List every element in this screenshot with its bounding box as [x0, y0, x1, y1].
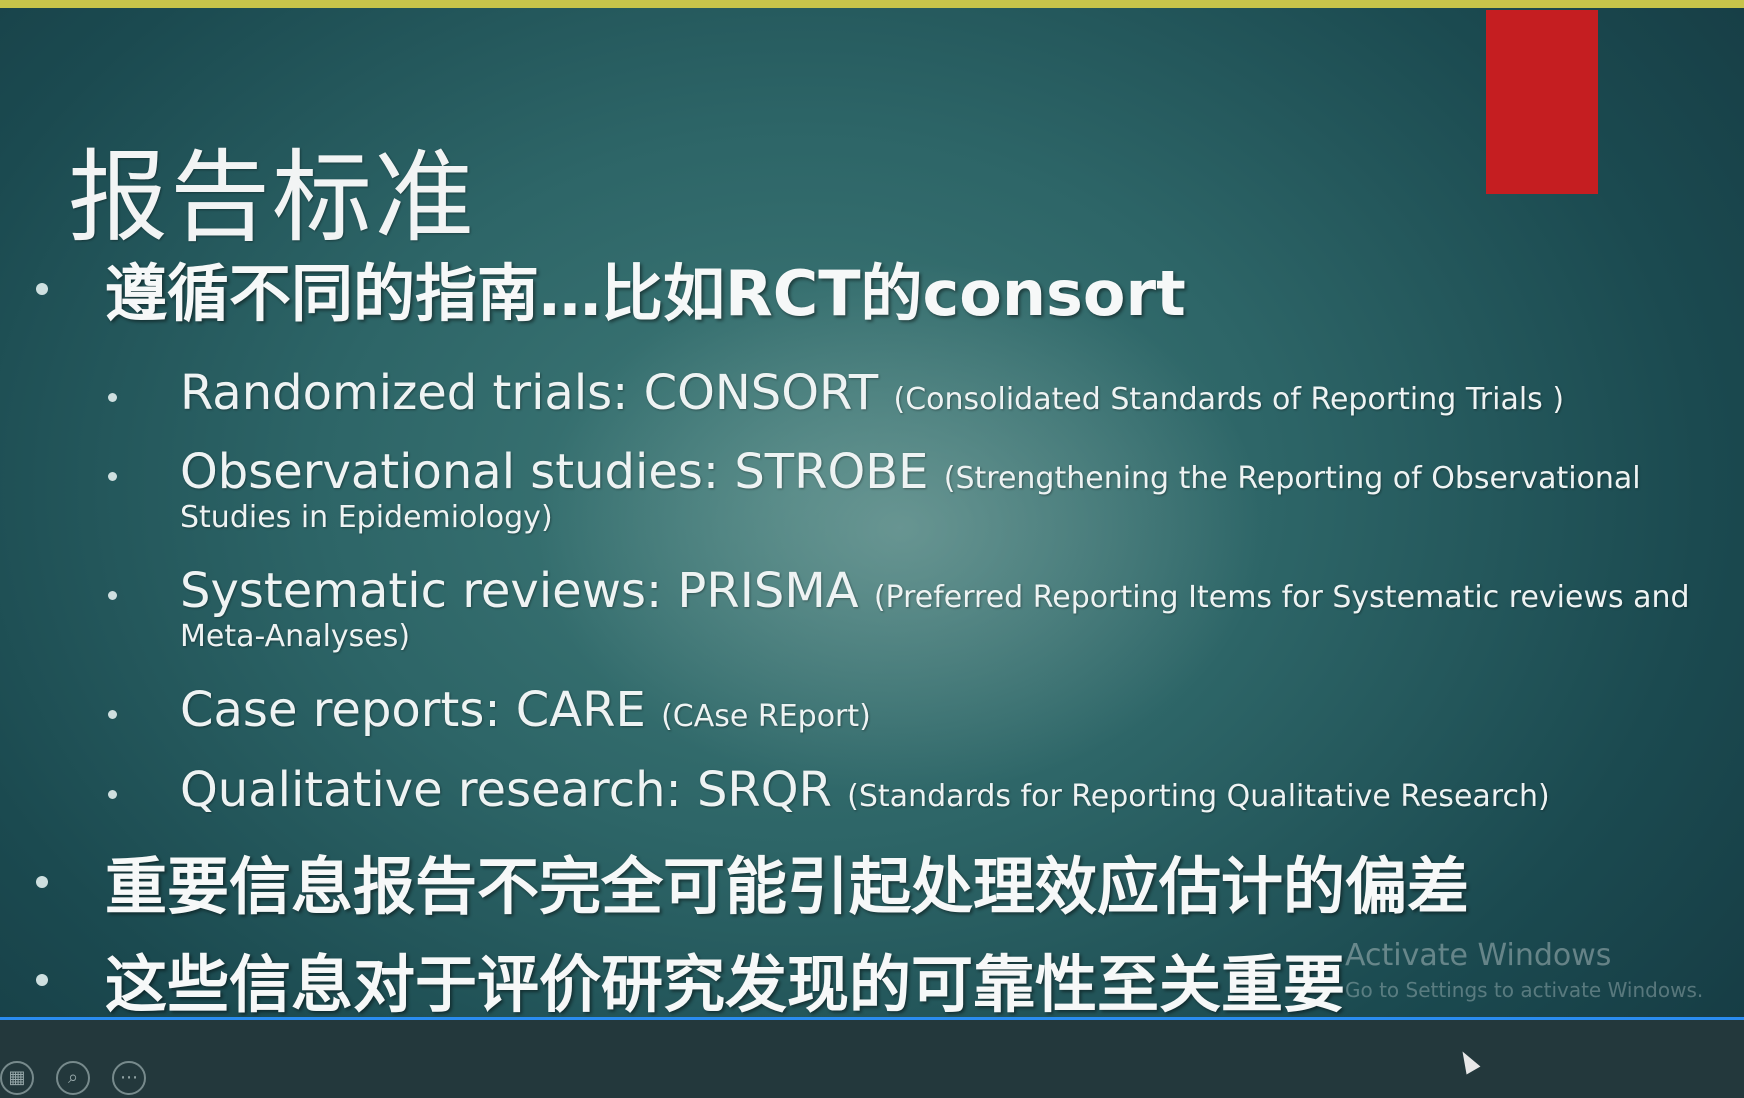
activate-windows-watermark: Activate Windows [1345, 938, 1612, 973]
bullet-dot [108, 591, 117, 600]
bullet-text: 遵循不同的指南…比如RCT的consort [105, 257, 1186, 330]
bullet-dot [36, 974, 48, 986]
guideline-detail: (Preferred Reporting Items for Systemati… [873, 580, 1690, 615]
activate-windows-hint: Go to Settings to activate Windows. [1345, 978, 1704, 1002]
guideline-name: Randomized trials: CONSORT [180, 365, 894, 421]
guideline-detail-cont: Meta-Analyses) [180, 619, 411, 654]
slide-title: 报告标准 [68, 139, 476, 256]
bullet-dot [108, 393, 117, 402]
guideline-name: Observational studies: STROBE [180, 444, 944, 500]
guideline-detail: (CAse REport) [661, 699, 871, 734]
guideline-detail-cont: Studies in Epidemiology) [180, 500, 553, 535]
bullet-text: 这些信息对于评价研究发现的可靠性至关重要 [105, 948, 1346, 1019]
slides-icon[interactable]: ▦ [0, 1061, 34, 1095]
bullet-dot [108, 790, 117, 799]
guideline-detail: (Strengthening the Reporting of Observat… [943, 461, 1641, 496]
bullet-dot [36, 876, 48, 888]
list-item-text: Observational studies: STROBE (Strengthe… [180, 444, 1641, 500]
bullet-dot [36, 283, 48, 295]
top-strip [0, 0, 1744, 8]
list-item-text: Qualitative research: SRQR (Standards fo… [180, 762, 1550, 818]
guideline-name: Systematic reviews: PRISMA [180, 563, 874, 619]
guideline-detail: (Standards for Reporting Qualitative Res… [847, 779, 1550, 814]
red-accent-block [1486, 10, 1598, 194]
presenter-toolbar [0, 1020, 1744, 1098]
bullet-dot [108, 472, 117, 481]
guideline-name: Case reports: CARE [180, 682, 662, 738]
bullet-dot [108, 710, 117, 719]
guideline-name: Qualitative research: SRQR [180, 762, 848, 818]
list-item-text: Systematic reviews: PRISMA (Preferred Re… [180, 563, 1690, 619]
presentation-slide: 报告标准 遵循不同的指南…比如RCT的consort Randomized tr… [0, 8, 1744, 1019]
more-icon[interactable]: ⋯ [112, 1061, 146, 1095]
bullet-text: 重要信息报告不完全可能引起处理效应估计的偏差 [105, 850, 1470, 923]
list-item-text: Case reports: CARE (CAse REport) [180, 682, 871, 738]
zoom-icon[interactable]: ⌕ [56, 1061, 90, 1095]
guideline-detail: (Consolidated Standards of Reporting Tri… [893, 382, 1565, 417]
list-item-text: Randomized trials: CONSORT (Consolidated… [180, 365, 1564, 421]
